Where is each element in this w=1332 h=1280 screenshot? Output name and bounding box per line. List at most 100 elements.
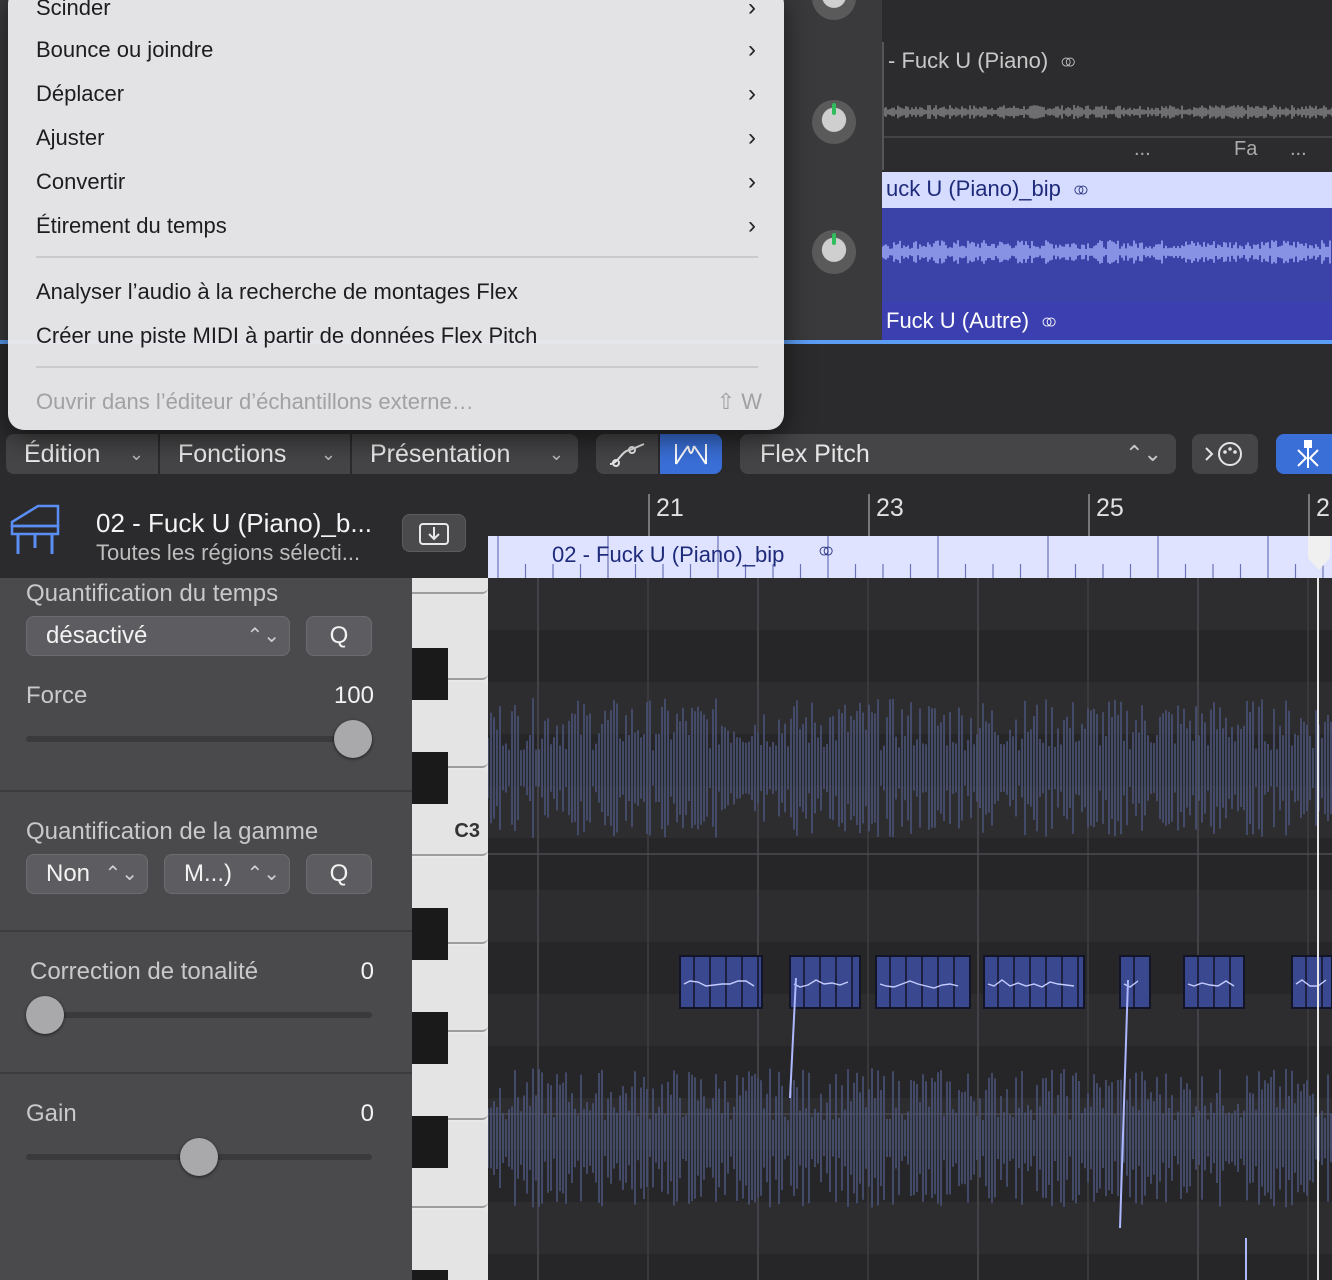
catch-button[interactable]: [1192, 434, 1258, 474]
scale-mode-value: M...): [184, 860, 232, 887]
pitch-correction-label: Correction de tonalité: [30, 958, 259, 985]
menu-separator: [36, 366, 758, 368]
scale-mode-select[interactable]: M...) ⌃⌄: [164, 854, 290, 894]
menu-item-scinder[interactable]: Scinder ›: [36, 0, 762, 28]
menu-item-creer-midi[interactable]: Créer une piste MIDI à partir de données…: [36, 316, 762, 356]
download-button[interactable]: [402, 514, 466, 552]
region-subtext: ...: [1290, 138, 1307, 160]
scale-root-select[interactable]: Non ⌃⌄: [26, 854, 148, 894]
menu-item-label: Bounce ou joindre: [36, 37, 214, 62]
updown-chevron-icon: ⌃⌄: [104, 863, 138, 885]
menu-item-ajuster[interactable]: Ajuster ›: [36, 118, 762, 158]
pitch-correction-slider[interactable]: [26, 996, 372, 1034]
flex-pitch-editor[interactable]: [488, 578, 1332, 1280]
black-key[interactable]: [412, 648, 448, 700]
time-quantize-q-button[interactable]: Q: [306, 616, 372, 656]
flex-toggle-button[interactable]: [660, 434, 722, 474]
menu-item-label: Étirement du temps: [36, 213, 227, 238]
context-menu: Scinder › Bounce ou joindre › Déplacer ›…: [8, 0, 784, 430]
flex-mode-select[interactable]: Flex Pitch ⌃⌄: [740, 434, 1176, 474]
loop-icon: ○○: [1041, 311, 1057, 333]
gain-label: Gain: [26, 1100, 77, 1127]
menu-item-label: Créer une piste MIDI à partir de données…: [36, 323, 538, 348]
region-subtext: ...: [1134, 138, 1151, 160]
region-bar[interactable]: 02 - Fuck U (Piano)_bip ○○: [488, 536, 1332, 578]
divider: [0, 1072, 412, 1074]
pan-knob[interactable]: [812, 100, 856, 144]
inspector-title: 02 - Fuck U (Piano)_b...: [96, 508, 372, 538]
flex-mode-value: Flex Pitch: [760, 440, 870, 468]
ruler-tick: [1308, 494, 1310, 536]
white-key[interactable]: [412, 578, 488, 594]
editor-canvas: [488, 578, 1332, 1280]
menu-item-bounce[interactable]: Bounce ou joindre ›: [36, 30, 762, 70]
ruler-bar-number: 2: [1316, 494, 1330, 522]
slider-thumb[interactable]: [334, 720, 372, 758]
bar-ruler[interactable]: 21 23 25 2: [488, 490, 1332, 536]
menu-fonctions[interactable]: Fonctions ⌄: [160, 434, 350, 474]
black-key[interactable]: [412, 1116, 448, 1168]
chevron-right-icon: ›: [748, 212, 756, 239]
automation-curve-button[interactable]: [596, 434, 658, 474]
updown-chevron-icon: ⌃⌄: [246, 863, 280, 885]
grand-piano-icon: [10, 504, 60, 554]
divider: [0, 790, 412, 792]
scale-root-value: Non: [46, 860, 91, 887]
playhead-handle[interactable]: [1306, 536, 1332, 570]
piano-keyboard[interactable]: C3: [412, 578, 488, 1280]
menu-item-deplacer[interactable]: Déplacer ›: [36, 74, 762, 114]
flex-pitch-inspector: Quantification du temps désactivé ⌃⌄ Q F…: [0, 578, 412, 1280]
region-name: Fuck U (Autre): [886, 308, 1030, 333]
black-key[interactable]: [412, 752, 448, 804]
ruler-tick: [868, 494, 870, 536]
menu-item-open-external: Ouvrir dans l’éditeur d’échantillons ext…: [36, 382, 762, 422]
menu-label: Édition: [24, 440, 101, 468]
menu-edition[interactable]: Édition ⌄: [6, 434, 158, 474]
waveform: [884, 105, 1332, 119]
slider-thumb[interactable]: [26, 996, 64, 1034]
menu-item-analyser[interactable]: Analyser l’audio à la recherche de monta…: [36, 272, 762, 312]
menu-item-label: Ajuster: [36, 125, 105, 150]
key-label: C3: [454, 820, 480, 842]
menu-presentation[interactable]: Présentation ⌄: [352, 434, 578, 474]
black-key[interactable]: [412, 1270, 448, 1280]
scale-quantize-label: Quantification de la gamme: [26, 818, 319, 845]
loop-icon: ○○: [1060, 51, 1076, 73]
chevron-right-icon: ›: [748, 80, 756, 107]
pitch-correction-value: 0: [360, 958, 374, 985]
menu-item-label: Déplacer: [36, 81, 125, 106]
audio-region-selected[interactable]: uck U (Piano)_bip ○○: [882, 172, 1332, 302]
updown-chevron-icon: ⌃⌄: [246, 625, 280, 647]
menu-item-etirement[interactable]: Étirement du temps ›: [36, 206, 762, 246]
menu-item-label: Analyser l’audio à la recherche de monta…: [36, 279, 518, 304]
pitch-note[interactable]: [789, 955, 861, 1009]
snap-button[interactable]: [1276, 434, 1332, 474]
menu-item-label: Scinder: [36, 0, 111, 20]
divider: [0, 930, 412, 932]
slider-thumb[interactable]: [180, 1138, 218, 1176]
menu-item-label: Convertir: [36, 169, 126, 194]
gain-slider[interactable]: [26, 1138, 372, 1176]
scale-quantize-q-button[interactable]: Q: [306, 854, 372, 894]
pitch-note[interactable]: [679, 955, 763, 1009]
pan-knob[interactable]: [812, 230, 856, 274]
chevron-right-icon: ›: [748, 124, 756, 151]
strength-label: Force: [26, 682, 88, 709]
shortcut-label: ⇧ W: [716, 389, 762, 414]
strength-slider[interactable]: [26, 720, 372, 758]
audio-region[interactable]: Fuck U (Autre) ○○: [882, 302, 1332, 340]
updown-chevron-icon: ⌃⌄: [1125, 441, 1162, 466]
black-key[interactable]: [412, 908, 448, 960]
audio-region[interactable]: - Fuck U (Piano) ○○ ... Fa ...: [882, 42, 1332, 170]
region-subtext: Fa: [1234, 138, 1258, 160]
menu-item-label: Ouvrir dans l’éditeur d’échantillons ext…: [36, 389, 474, 414]
menu-label: Fonctions: [178, 440, 287, 468]
region-name: - Fuck U (Piano): [888, 48, 1049, 73]
scissors-marker-icon: [1297, 440, 1319, 468]
menu-item-convertir[interactable]: Convertir ›: [36, 162, 762, 202]
black-key[interactable]: [412, 1012, 448, 1064]
time-quantize-select[interactable]: désactivé ⌃⌄: [26, 616, 290, 656]
chevron-right-icon: ›: [748, 0, 756, 21]
pitch-note[interactable]: [1119, 955, 1151, 1009]
divider: [884, 136, 1332, 138]
